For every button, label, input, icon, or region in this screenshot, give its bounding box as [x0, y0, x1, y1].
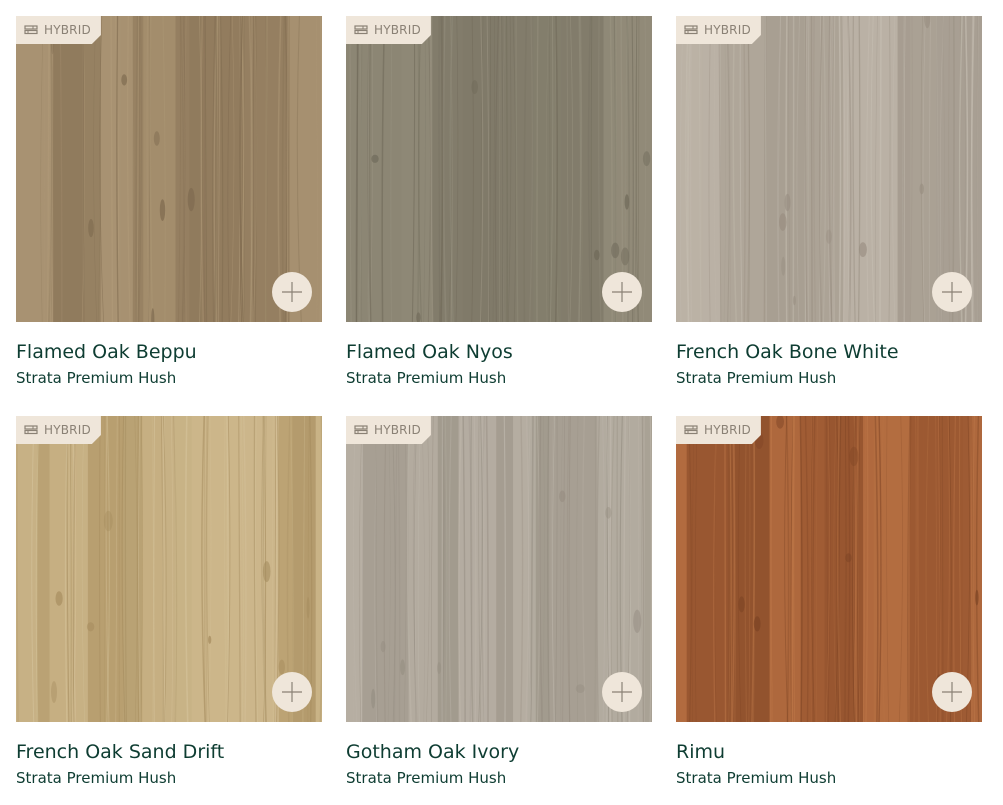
plus-icon [612, 282, 632, 302]
product-collection: Strata Premium Hush [676, 369, 837, 387]
hybrid-badge: HYBRID [16, 416, 101, 444]
product-grid: HYBRID Flamed Oak Beppu Strata Premium H… [16, 16, 982, 787]
hybrid-planks-icon [24, 425, 38, 435]
hybrid-planks-icon [354, 425, 368, 435]
wood-texture [676, 16, 982, 322]
product-title[interactable]: Rimu [676, 741, 982, 763]
wood-texture [346, 416, 652, 722]
plus-icon [942, 282, 962, 302]
add-to-compare-button[interactable] [272, 272, 312, 312]
product-title[interactable]: Gotham Oak Ivory [346, 741, 652, 763]
product-collection: Strata Premium Hush [16, 769, 177, 787]
hybrid-planks-icon [684, 25, 698, 35]
hybrid-badge: HYBRID [16, 16, 101, 44]
product-swatch-image[interactable]: HYBRID [16, 416, 322, 722]
product-swatch-image[interactable]: HYBRID [676, 16, 982, 322]
add-to-compare-button[interactable] [602, 272, 642, 312]
hybrid-badge: HYBRID [346, 416, 431, 444]
add-to-compare-button[interactable] [932, 672, 972, 712]
badge-label: HYBRID [44, 23, 91, 37]
product-swatch-image[interactable]: HYBRID [16, 16, 322, 322]
product-card[interactable]: HYBRID French Oak Bone White Strata Prem… [676, 16, 982, 387]
product-collection: Strata Premium Hush [16, 369, 177, 387]
badge-label: HYBRID [374, 423, 421, 437]
product-card[interactable]: HYBRID French Oak Sand Drift Strata Prem… [16, 416, 322, 787]
product-swatch-image[interactable]: HYBRID [676, 416, 982, 722]
product-swatch-image[interactable]: HYBRID [346, 16, 652, 322]
hybrid-planks-icon [354, 25, 368, 35]
plus-icon [942, 682, 962, 702]
product-card[interactable]: HYBRID Rimu Strata Premium Hush [676, 416, 982, 787]
plus-icon [282, 682, 302, 702]
product-title[interactable]: Flamed Oak Nyos [346, 341, 652, 363]
product-card[interactable]: HYBRID Flamed Oak Beppu Strata Premium H… [16, 16, 322, 387]
product-swatch-image[interactable]: HYBRID [346, 416, 652, 722]
wood-texture [676, 416, 982, 722]
add-to-compare-button[interactable] [602, 672, 642, 712]
product-collection: Strata Premium Hush [676, 769, 837, 787]
hybrid-planks-icon [24, 25, 38, 35]
wood-texture [346, 16, 652, 322]
hybrid-badge: HYBRID [676, 16, 761, 44]
hybrid-planks-icon [684, 425, 698, 435]
product-collection: Strata Premium Hush [346, 369, 507, 387]
add-to-compare-button[interactable] [272, 672, 312, 712]
badge-label: HYBRID [374, 23, 421, 37]
hybrid-badge: HYBRID [346, 16, 431, 44]
product-title[interactable]: French Oak Bone White [676, 341, 982, 363]
plus-icon [612, 682, 632, 702]
add-to-compare-button[interactable] [932, 272, 972, 312]
product-card[interactable]: HYBRID Gotham Oak Ivory Strata Premium H… [346, 416, 652, 787]
product-collection: Strata Premium Hush [346, 769, 507, 787]
product-card[interactable]: HYBRID Flamed Oak Nyos Strata Premium Hu… [346, 16, 652, 387]
hybrid-badge: HYBRID [676, 416, 761, 444]
plus-icon [282, 282, 302, 302]
product-title[interactable]: French Oak Sand Drift [16, 741, 322, 763]
badge-label: HYBRID [44, 423, 91, 437]
wood-texture [16, 16, 322, 322]
badge-label: HYBRID [704, 423, 751, 437]
wood-texture [16, 416, 322, 722]
product-title[interactable]: Flamed Oak Beppu [16, 341, 322, 363]
badge-label: HYBRID [704, 23, 751, 37]
